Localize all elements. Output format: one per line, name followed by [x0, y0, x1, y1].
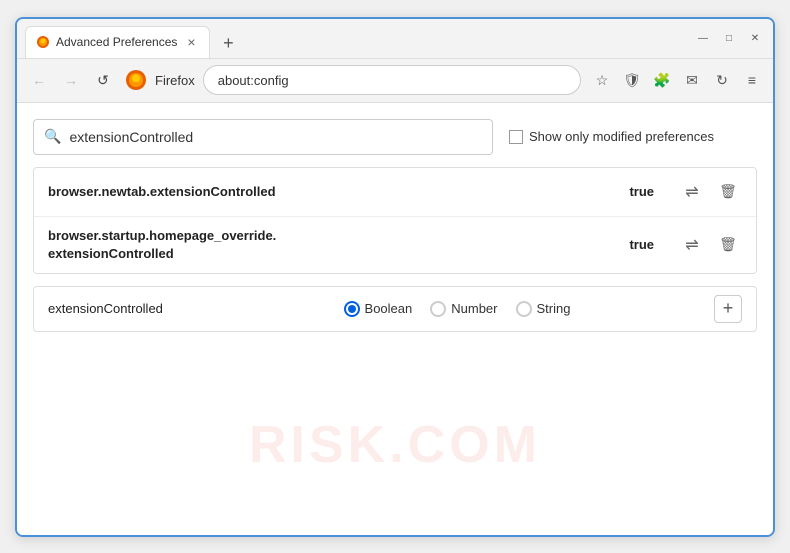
modified-prefs-label: Show only modified preferences: [529, 129, 714, 144]
content-area: RISK.COM 🔍 Show only modified preference…: [17, 103, 773, 535]
pref-actions-1: ⇌ 🗑: [678, 178, 742, 206]
boolean-label: Boolean: [365, 301, 413, 316]
delete-button-1[interactable]: 🗑: [714, 178, 742, 206]
tab-title: Advanced Preferences: [56, 35, 177, 49]
number-radio-circle[interactable]: [430, 301, 446, 317]
boolean-radio[interactable]: Boolean: [344, 301, 413, 317]
new-preference-row: extensionControlled Boolean Number Strin…: [33, 286, 757, 332]
number-radio[interactable]: Number: [430, 301, 497, 317]
back-button[interactable]: ←: [25, 66, 53, 94]
toggle-button-2[interactable]: ⇌: [678, 231, 706, 259]
tab-strip: Advanced Preferences × +: [25, 19, 685, 58]
close-button[interactable]: ✕: [745, 28, 765, 48]
url-text: about:config: [218, 73, 289, 88]
string-radio[interactable]: String: [516, 301, 571, 317]
nav-bar: ← → ↺ Firefox about:config ☆ 🛡 🧩 ✉ ↻ ≡: [17, 59, 773, 103]
watermark: RISK.COM: [249, 415, 541, 475]
delete-button-2[interactable]: 🗑: [714, 231, 742, 259]
pref-name-2: browser.startup.homepage_override. exten…: [48, 227, 629, 263]
number-label: Number: [451, 301, 497, 316]
type-radio-group: Boolean Number String: [208, 301, 706, 317]
toggle-button-1[interactable]: ⇌: [678, 178, 706, 206]
sync-icon[interactable]: ↻: [709, 67, 735, 93]
mail-icon[interactable]: ✉: [679, 67, 705, 93]
shield-icon[interactable]: 🛡: [619, 67, 645, 93]
pref-value-1: true: [629, 184, 654, 199]
modified-prefs-checkbox[interactable]: [509, 130, 523, 144]
string-radio-circle[interactable]: [516, 301, 532, 317]
title-bar: Advanced Preferences × + — □ ✕: [17, 19, 773, 59]
refresh-button[interactable]: ↺: [89, 66, 117, 94]
add-preference-button[interactable]: +: [714, 295, 742, 323]
trash-icon-2: 🗑: [719, 236, 737, 253]
search-box[interactable]: 🔍: [33, 119, 493, 155]
modified-prefs-checkbox-row[interactable]: Show only modified preferences: [509, 129, 714, 144]
tab-favicon: [36, 35, 50, 49]
arrows-icon-1: ⇌: [685, 182, 698, 202]
firefox-brand-text: Firefox: [155, 73, 195, 88]
pref-name-1: browser.newtab.extensionControlled: [48, 184, 629, 199]
url-bar[interactable]: about:config: [203, 65, 581, 95]
bookmark-icon[interactable]: ☆: [589, 67, 615, 93]
active-tab[interactable]: Advanced Preferences ×: [25, 26, 210, 58]
nav-icons: ☆ 🛡 🧩 ✉ ↻ ≡: [589, 67, 765, 93]
pref-actions-2: ⇌ 🗑: [678, 231, 742, 259]
forward-button[interactable]: →: [57, 66, 85, 94]
extension-icon[interactable]: 🧩: [649, 67, 675, 93]
pref-name-2-line2: extensionControlled: [48, 245, 629, 263]
string-label: String: [537, 301, 571, 316]
minimize-button[interactable]: —: [693, 28, 713, 48]
trash-icon-1: 🗑: [719, 183, 737, 200]
table-row[interactable]: browser.newtab.extensionControlled true …: [34, 168, 756, 217]
new-tab-button[interactable]: +: [214, 30, 242, 58]
window-controls: — □ ✕: [693, 28, 765, 48]
maximize-button[interactable]: □: [719, 28, 739, 48]
browser-window: Advanced Preferences × + — □ ✕ ← → ↺ Fir…: [15, 17, 775, 537]
menu-icon[interactable]: ≡: [739, 67, 765, 93]
search-icon: 🔍: [44, 128, 61, 145]
boolean-radio-circle[interactable]: [344, 301, 360, 317]
pref-value-2: true: [629, 237, 654, 252]
search-row: 🔍 Show only modified preferences: [33, 119, 757, 155]
arrows-icon-2: ⇌: [685, 235, 698, 255]
pref-name-2-line1: browser.startup.homepage_override.: [48, 227, 629, 245]
new-pref-name: extensionControlled: [48, 301, 208, 316]
firefox-logo-icon: [125, 69, 147, 91]
tab-close-button[interactable]: ×: [183, 34, 199, 50]
table-row[interactable]: browser.startup.homepage_override. exten…: [34, 217, 756, 273]
search-input[interactable]: [69, 129, 482, 145]
preferences-table: browser.newtab.extensionControlled true …: [33, 167, 757, 274]
